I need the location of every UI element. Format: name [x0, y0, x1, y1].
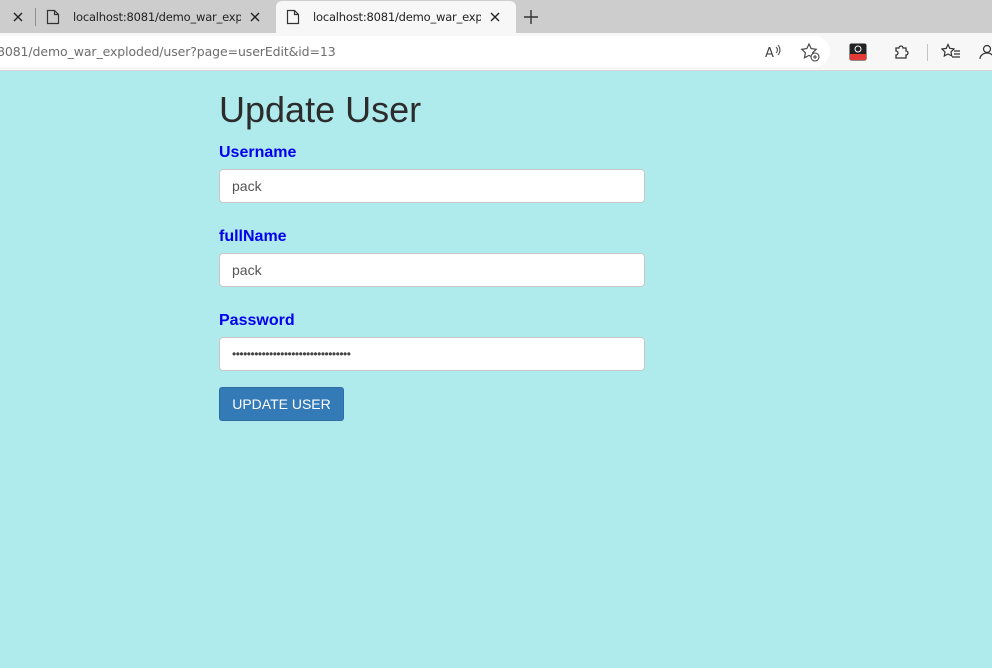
- password-input[interactable]: ••••••••••••••••••••••••••••••••: [219, 337, 645, 371]
- close-icon[interactable]: [8, 7, 28, 27]
- extension-off-icon[interactable]: [847, 41, 869, 63]
- browser-toolbar: 8081/demo_war_exploded/user?page=userEdi…: [0, 33, 992, 71]
- tab-1[interactable]: localhost:8081/demo_war_explod: [36, 0, 274, 33]
- toolbar-separator: [927, 44, 928, 61]
- password-label: Password: [219, 312, 295, 329]
- address-url[interactable]: 8081/demo_war_exploded/user?page=userEdi…: [0, 44, 336, 59]
- tab-2-active[interactable]: localhost:8081/demo_war_explod: [276, 1, 516, 33]
- extensions-puzzle-icon[interactable]: [891, 41, 913, 63]
- favorites-icon[interactable]: [940, 41, 962, 63]
- tab-title: localhost:8081/demo_war_explod: [73, 9, 241, 24]
- tab-strip: localhost:8081/demo_war_explod localhost…: [0, 0, 992, 33]
- fullname-label: fullName: [219, 228, 287, 245]
- svg-text:A: A: [765, 46, 774, 60]
- tab-partial[interactable]: [0, 0, 35, 33]
- page-icon: [46, 9, 62, 25]
- tab-title: localhost:8081/demo_war_explod: [313, 10, 481, 24]
- update-user-button[interactable]: UPDATE USER: [219, 387, 344, 421]
- close-icon[interactable]: [245, 7, 265, 27]
- page-icon: [286, 9, 302, 25]
- page-title: Update User: [219, 89, 422, 130]
- update-user-form: Update User Username pack fullName pack …: [219, 90, 645, 421]
- fullname-input[interactable]: pack: [219, 253, 645, 287]
- username-label: Username: [219, 144, 297, 161]
- read-aloud-icon[interactable]: A: [763, 41, 785, 63]
- username-input[interactable]: pack: [219, 169, 645, 203]
- address-bar[interactable]: 8081/demo_war_exploded/user?page=userEdi…: [0, 36, 830, 67]
- profile-icon[interactable]: [978, 41, 992, 63]
- close-icon[interactable]: [485, 7, 505, 27]
- add-favorite-icon[interactable]: [799, 41, 821, 63]
- new-tab-button[interactable]: [520, 6, 542, 28]
- plus-icon: [524, 10, 538, 24]
